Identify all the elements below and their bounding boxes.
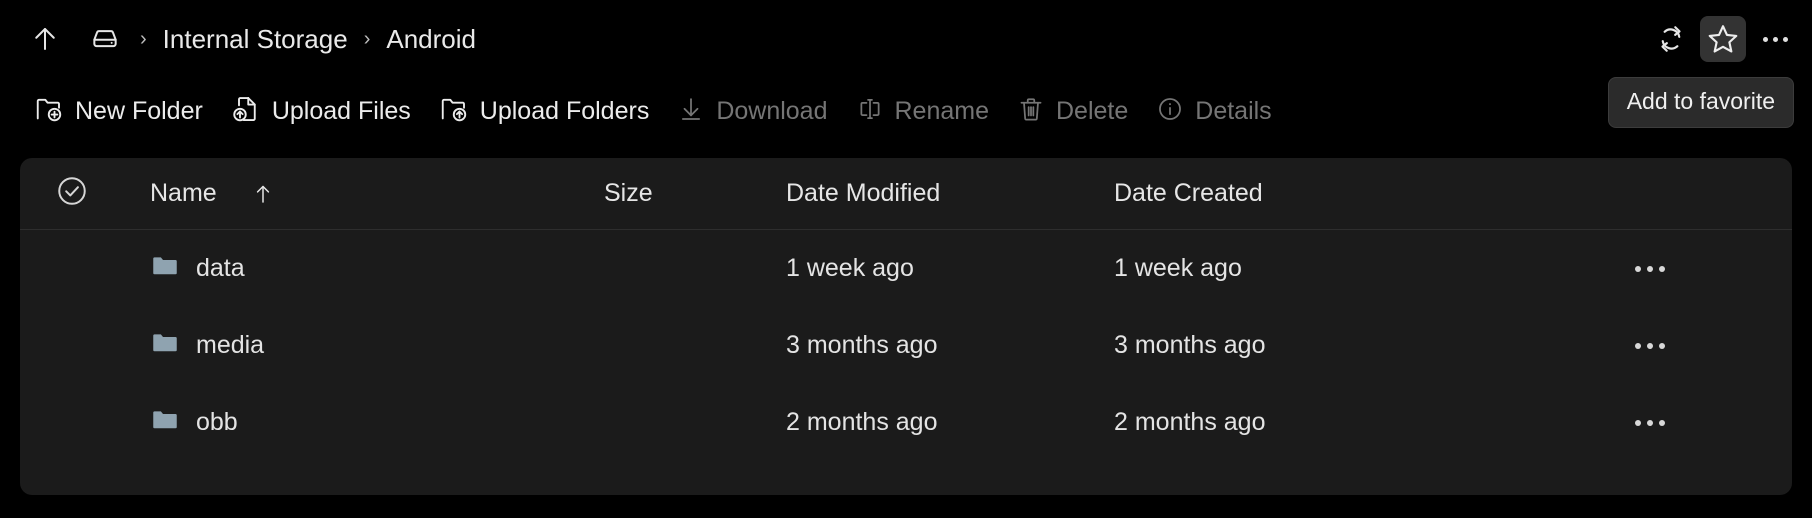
column-header-date-created-label: Date Created (1114, 179, 1263, 207)
file-manager-window: › Internal Storage › Android Add to favo… (0, 0, 1812, 518)
add-to-favorite-button[interactable] (1700, 16, 1746, 62)
rename-button: Rename (842, 88, 1004, 134)
download-icon (677, 95, 705, 128)
arrow-up-icon[interactable] (22, 16, 68, 62)
row-name-cell[interactable]: obb (124, 405, 604, 440)
new-folder-label: New Folder (75, 96, 203, 125)
refresh-icon[interactable] (1648, 16, 1694, 62)
drive-icon[interactable] (82, 16, 128, 62)
row-date-modified-cell: 2 months ago (786, 408, 1114, 437)
row-menu-button[interactable] (1624, 326, 1676, 366)
row-date-modified-label: 3 months ago (786, 331, 938, 359)
info-icon (1156, 95, 1184, 128)
download-label: Download (716, 96, 828, 125)
table-row[interactable]: obb 2 months ago 2 months ago (20, 384, 1792, 461)
favorite-tooltip: Add to favorite (1607, 77, 1794, 128)
row-date-created-label: 3 months ago (1114, 331, 1266, 359)
more-horizontal-icon-dot-3 (1659, 342, 1665, 349)
upload-files-button[interactable]: Upload Files (217, 88, 425, 134)
column-header-name[interactable]: Name (124, 179, 604, 208)
breadcrumb-separator-1: › (140, 28, 147, 50)
delete-label: Delete (1056, 96, 1129, 125)
new-folder-button[interactable]: New Folder (20, 88, 217, 134)
column-header-size[interactable]: Size (604, 179, 786, 208)
file-list-panel: Name Size Date Modified Date Created dat… (20, 158, 1792, 495)
row-menu-button[interactable] (1624, 403, 1676, 443)
row-date-created-cell: 2 months ago (1114, 408, 1594, 437)
folder-icon (150, 251, 180, 286)
row-date-modified-cell: 1 week ago (786, 254, 1114, 283)
column-header-date-created[interactable]: Date Created (1114, 179, 1594, 208)
window-actions (1648, 0, 1798, 78)
table-row[interactable]: media 3 months ago 3 months ago (20, 307, 1792, 384)
row-date-created-cell: 3 months ago (1114, 331, 1594, 360)
folder-icon (150, 328, 180, 363)
more-horizontal-icon-dot-1 (1635, 342, 1641, 349)
upload-folders-label: Upload Folders (479, 96, 650, 125)
download-button: Download (663, 88, 841, 134)
folder-plus-icon (34, 94, 64, 129)
more-horizontal-icon-dot-1 (1635, 419, 1641, 426)
row-actions-cell (1594, 326, 1792, 366)
row-date-created-label: 2 months ago (1114, 408, 1266, 436)
row-name-cell[interactable]: media (124, 328, 604, 363)
row-menu-button[interactable] (1624, 249, 1676, 289)
upload-files-label: Upload Files (271, 96, 411, 125)
row-date-created-cell: 1 week ago (1114, 254, 1594, 283)
command-toolbar: New Folder Upload Files Upload Folders D… (0, 82, 1812, 140)
check-circle-icon (55, 174, 89, 213)
row-date-created-label: 1 week ago (1114, 254, 1242, 282)
column-header-date-modified-label: Date Modified (786, 179, 941, 207)
row-name-label: media (196, 331, 265, 359)
trash-icon (1017, 95, 1045, 128)
sort-ascending-icon (251, 182, 275, 206)
more-horizontal-icon-dot-3 (1659, 265, 1665, 272)
select-all-checkbox[interactable] (20, 174, 124, 213)
row-date-modified-label: 2 months ago (786, 408, 938, 436)
more-horizontal-icon-dot-1 (1635, 265, 1641, 272)
file-upload-icon (231, 94, 261, 129)
row-actions-cell (1594, 249, 1792, 289)
column-header-date-modified[interactable]: Date Modified (786, 179, 1114, 208)
row-date-modified-cell: 3 months ago (786, 331, 1114, 360)
details-label: Details (1195, 96, 1272, 125)
more-horizontal-icon-dot-1 (1762, 36, 1768, 42)
breadcrumb-bar: › Internal Storage › Android (0, 0, 1812, 78)
row-name-label: data (196, 254, 245, 282)
row-name-label: obb (196, 408, 238, 436)
upload-folders-button[interactable]: Upload Folders (425, 88, 664, 134)
table-header-row: Name Size Date Modified Date Created (20, 158, 1792, 230)
breadcrumb-separator-2: › (363, 28, 371, 50)
more-options-button[interactable] (1752, 16, 1798, 62)
row-date-modified-label: 1 week ago (786, 254, 914, 282)
more-horizontal-icon-dot-3 (1659, 419, 1665, 426)
more-horizontal-icon-dot-3 (1782, 36, 1788, 42)
rename-icon (856, 95, 884, 128)
column-header-name-label: Name (150, 179, 217, 207)
breadcrumb-item-android[interactable]: Android (382, 22, 480, 57)
details-button: Details (1142, 88, 1285, 134)
delete-button: Delete (1003, 88, 1142, 134)
more-horizontal-icon-dot-2 (1647, 265, 1653, 272)
breadcrumb-item-internal-storage[interactable]: Internal Storage (159, 22, 352, 57)
more-horizontal-icon-dot-2 (1647, 419, 1653, 426)
table-row[interactable]: data 1 week ago 1 week ago (20, 230, 1792, 307)
column-header-size-label: Size (604, 179, 653, 207)
star-icon (1706, 22, 1740, 56)
row-name-cell[interactable]: data (124, 251, 604, 286)
row-actions-cell (1594, 403, 1792, 443)
folder-icon (150, 405, 180, 440)
folder-upload-icon (439, 94, 469, 129)
more-horizontal-icon-dot-2 (1647, 342, 1653, 349)
more-horizontal-icon-dot-2 (1772, 36, 1778, 42)
rename-label: Rename (894, 96, 990, 125)
